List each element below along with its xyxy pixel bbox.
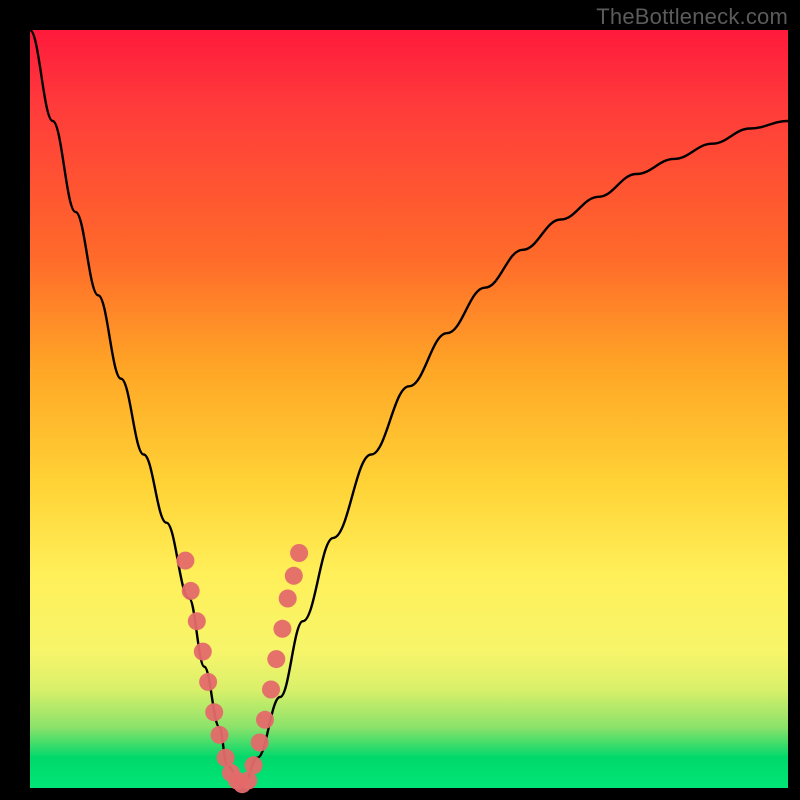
curve-layer [30,30,788,788]
curve-svg [30,30,788,788]
data-marker [256,711,274,729]
watermark-text: TheBottleneck.com [596,4,788,30]
data-marker [267,650,285,668]
data-marker [199,673,217,691]
data-marker [251,734,269,752]
data-marker [279,590,297,608]
plot-area [30,30,788,788]
chart-frame: TheBottleneck.com [0,0,800,800]
data-marker [285,567,303,585]
data-marker [188,612,206,630]
data-marker [211,726,229,744]
data-marker [176,552,194,570]
bottleneck-curve-path [30,30,788,788]
data-marker [290,544,308,562]
data-marker [273,620,291,638]
data-marker [182,582,200,600]
data-marker [194,643,212,661]
data-markers [176,544,308,793]
data-marker [245,756,263,774]
data-marker [262,681,280,699]
data-marker [205,703,223,721]
